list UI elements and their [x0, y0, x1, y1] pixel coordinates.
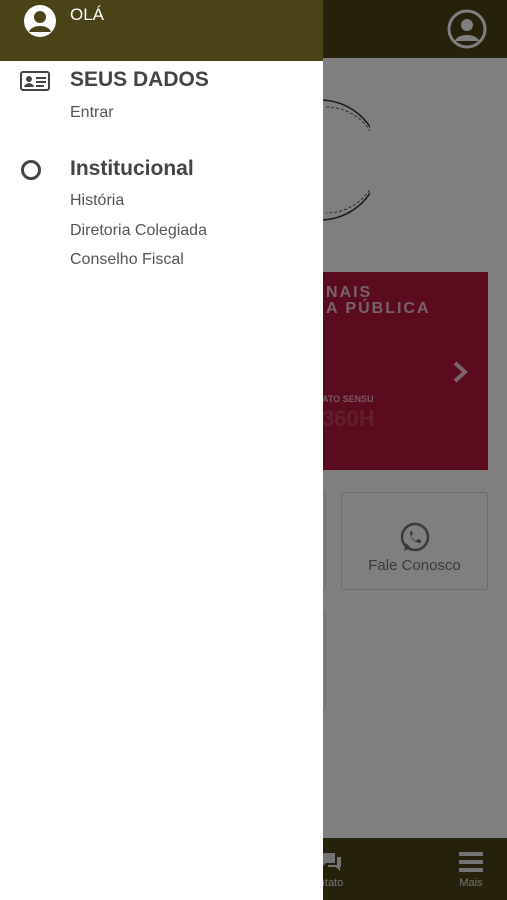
circle-icon [21, 160, 41, 180]
id-card-icon [20, 71, 50, 91]
section-title-seus-dados: SEUS DADOS [70, 68, 209, 91]
greeting-text: OLÁ [70, 5, 105, 24]
menu-item-diretoria-colegiada[interactable]: Diretoria Colegiada [70, 222, 207, 240]
menu-item-conselho-fiscal[interactable]: Conselho Fiscal [70, 251, 184, 269]
drawer-header: OLÁ [0, 0, 323, 61]
navigation-drawer: OLÁ SEUS DADOS Entrar Institucional Hist… [0, 0, 323, 900]
menu-item-entrar[interactable]: Entrar [70, 104, 114, 122]
menu-item-historia[interactable]: História [70, 192, 124, 210]
avatar-icon [24, 5, 56, 37]
section-title-institucional: Institucional [70, 157, 194, 180]
